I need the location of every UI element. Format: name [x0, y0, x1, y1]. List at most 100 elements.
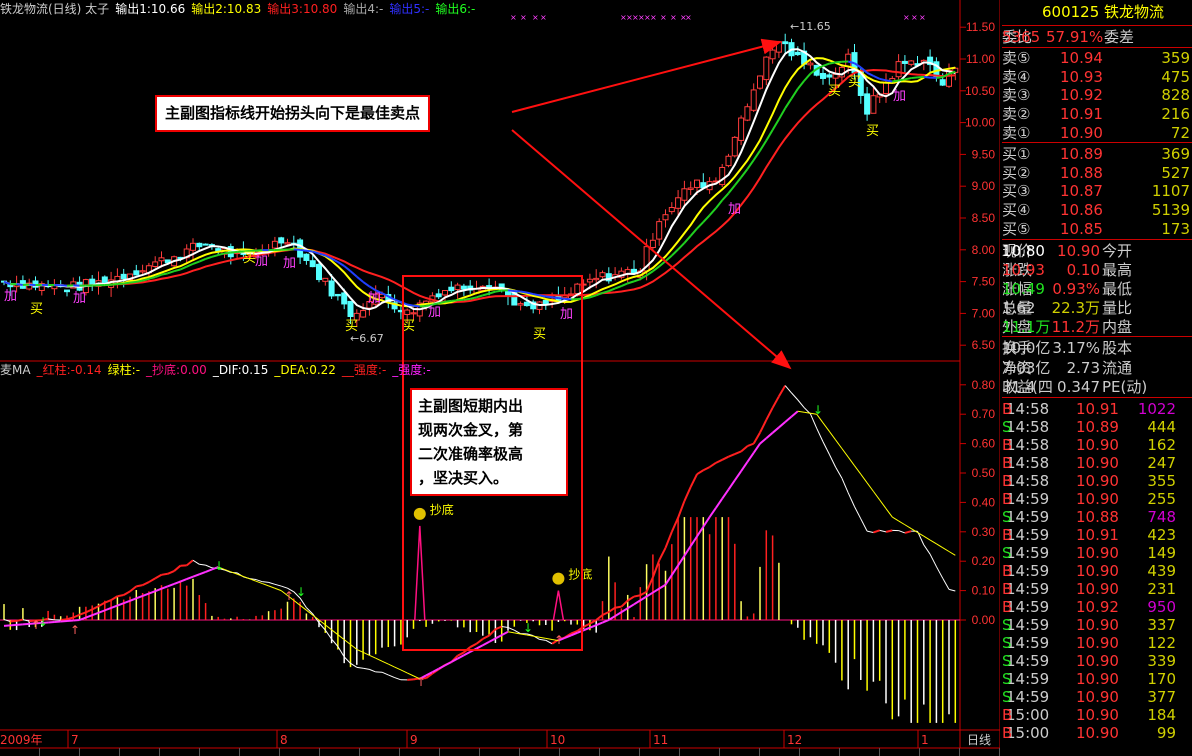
fin-row: 净资 2.73 流通 7.03亿 — [1002, 359, 1192, 378]
bottom-tab[interactable] — [840, 748, 880, 756]
bottom-tab[interactable] — [680, 748, 720, 756]
bottom-tab[interactable] — [520, 748, 560, 756]
dea-line-segment — [778, 421, 786, 429]
dea-line-segment — [702, 516, 711, 528]
trade-tick-row-cell: 337 — [1147, 616, 1176, 634]
bottom-tab[interactable] — [920, 748, 960, 756]
dif-line-segment — [205, 564, 213, 569]
dea-line-segment — [494, 634, 503, 640]
trend-line-segment — [734, 176, 742, 186]
bottom-tab[interactable] — [320, 748, 360, 756]
indicator-header: 麦MA _红柱:-0.14 绿柱:- _抄底:0.00 _DIF:0.15 _DEA:0.… — [0, 361, 437, 378]
trend-line-segment — [822, 62, 830, 67]
trend-line-segment — [514, 289, 521, 293]
bottom-tab[interactable] — [40, 748, 80, 756]
trade-tick-row: 14:59 10.90 255 B — [1002, 490, 1192, 509]
bid-row: 买① 10.89 369 — [1002, 145, 1192, 164]
dea-line-segment — [740, 461, 749, 472]
candle-down — [505, 290, 511, 297]
trade-tick-row-cell: 14:59 — [1006, 544, 1050, 562]
kline-chart[interactable]: 11.5011.0010.5010.009.509.008.508.007.50… — [0, 0, 1000, 756]
bottom-tab[interactable] — [200, 748, 240, 756]
trade-tick-row: 14:58 10.89 444 S — [1002, 418, 1192, 437]
year-label: 2009年 — [0, 733, 43, 747]
candle-up — [668, 207, 675, 213]
bottom-tab[interactable] — [640, 748, 680, 756]
dif-line-segment — [494, 625, 503, 631]
dif-line-segment — [199, 563, 206, 566]
bottom-tab[interactable] — [440, 748, 480, 756]
dea-line-segment — [872, 491, 881, 501]
trade-tick-row-cell: S — [1002, 508, 1012, 526]
bottom-tab[interactable] — [760, 748, 800, 756]
trade-tick-row-cell: 122 — [1147, 634, 1176, 652]
bottom-tab[interactable] — [800, 748, 840, 756]
dea-line-segment — [746, 452, 755, 463]
trend-line-segment — [211, 254, 219, 258]
trade-tick-row-cell: 377 — [1147, 688, 1176, 706]
candle-up — [139, 270, 146, 273]
candle-up — [883, 82, 889, 94]
dea-line-segment — [482, 640, 490, 647]
candle-up — [725, 155, 732, 167]
bottom-tab[interactable] — [120, 748, 160, 756]
candle-down — [939, 79, 946, 86]
dif-line-segment — [475, 638, 484, 645]
bottom-tabs[interactable] — [0, 748, 1000, 756]
bottom-tab[interactable] — [600, 748, 640, 756]
bid-row-cell: 买⑤ — [1002, 219, 1031, 238]
candle-up — [750, 89, 757, 111]
trade-tick-row-cell: 14:59 — [1006, 490, 1050, 508]
candle-down — [523, 301, 530, 307]
buy-signal-label: 买 — [533, 327, 546, 342]
bottom-tab[interactable] — [160, 748, 200, 756]
bottom-tab[interactable] — [280, 748, 320, 756]
trade-tick-row-cell: 14:59 — [1006, 634, 1050, 652]
dif-line-segment — [312, 613, 320, 624]
price-tick-label: 10.50 — [965, 84, 995, 98]
bottom-tab[interactable] — [960, 748, 1000, 756]
dea-line-segment — [784, 415, 793, 423]
bottom-tab[interactable] — [560, 748, 600, 756]
bottom-tab[interactable] — [240, 748, 280, 756]
candle-up — [190, 242, 196, 251]
bid-row-cell: 527 — [1161, 163, 1190, 182]
bottom-tab[interactable] — [480, 748, 520, 756]
ind-tick-label: 0.70 — [972, 407, 996, 421]
candle-down — [202, 243, 209, 246]
ask-row-cell: 359 — [1161, 49, 1190, 67]
candle-up — [681, 188, 688, 201]
bottom-tab[interactable] — [0, 748, 40, 756]
dif-line-segment — [161, 572, 168, 576]
dea-line-segment — [501, 630, 509, 637]
candle-up — [360, 310, 367, 318]
bid-row-cell: 5139 — [1151, 201, 1190, 220]
bottom-tab[interactable] — [360, 748, 400, 756]
candle-down — [278, 237, 285, 244]
dea-line-segment — [790, 410, 799, 418]
dea-line-segment — [841, 448, 849, 458]
trend-line-segment — [829, 61, 836, 65]
dea-line-segment — [205, 568, 213, 573]
bottom-tab[interactable] — [80, 748, 120, 756]
dea-line-segment — [683, 545, 692, 557]
trend-line-segment — [161, 272, 169, 276]
bottom-tab[interactable] — [720, 748, 760, 756]
trade-tick-row: 15:00 10.90 184 B — [1002, 706, 1192, 725]
trade-tick-row-cell: 444 — [1147, 418, 1176, 436]
price-tick-label: 9.00 — [972, 179, 996, 193]
fin-row-cell: 0.347 — [1057, 378, 1100, 396]
trade-tick-row: 14:58 10.91 1022 B — [1002, 400, 1192, 419]
bottom-tab[interactable] — [880, 748, 920, 756]
ask-row-cell: 卖⑤ — [1002, 49, 1031, 67]
bottom-tab[interactable] — [400, 748, 440, 756]
dif-line-segment — [381, 671, 389, 676]
trade-tick-row-cell: 10.88 — [1076, 508, 1119, 526]
trend-line-segment — [230, 250, 238, 254]
price-tick-label: 11.50 — [966, 20, 995, 34]
trend-line-segment — [677, 242, 686, 251]
fin-row-cell: 流通 — [1102, 358, 1133, 377]
dif-line-segment — [136, 584, 143, 588]
dea-line-segment — [104, 607, 112, 612]
trend-line-segment — [186, 262, 194, 268]
